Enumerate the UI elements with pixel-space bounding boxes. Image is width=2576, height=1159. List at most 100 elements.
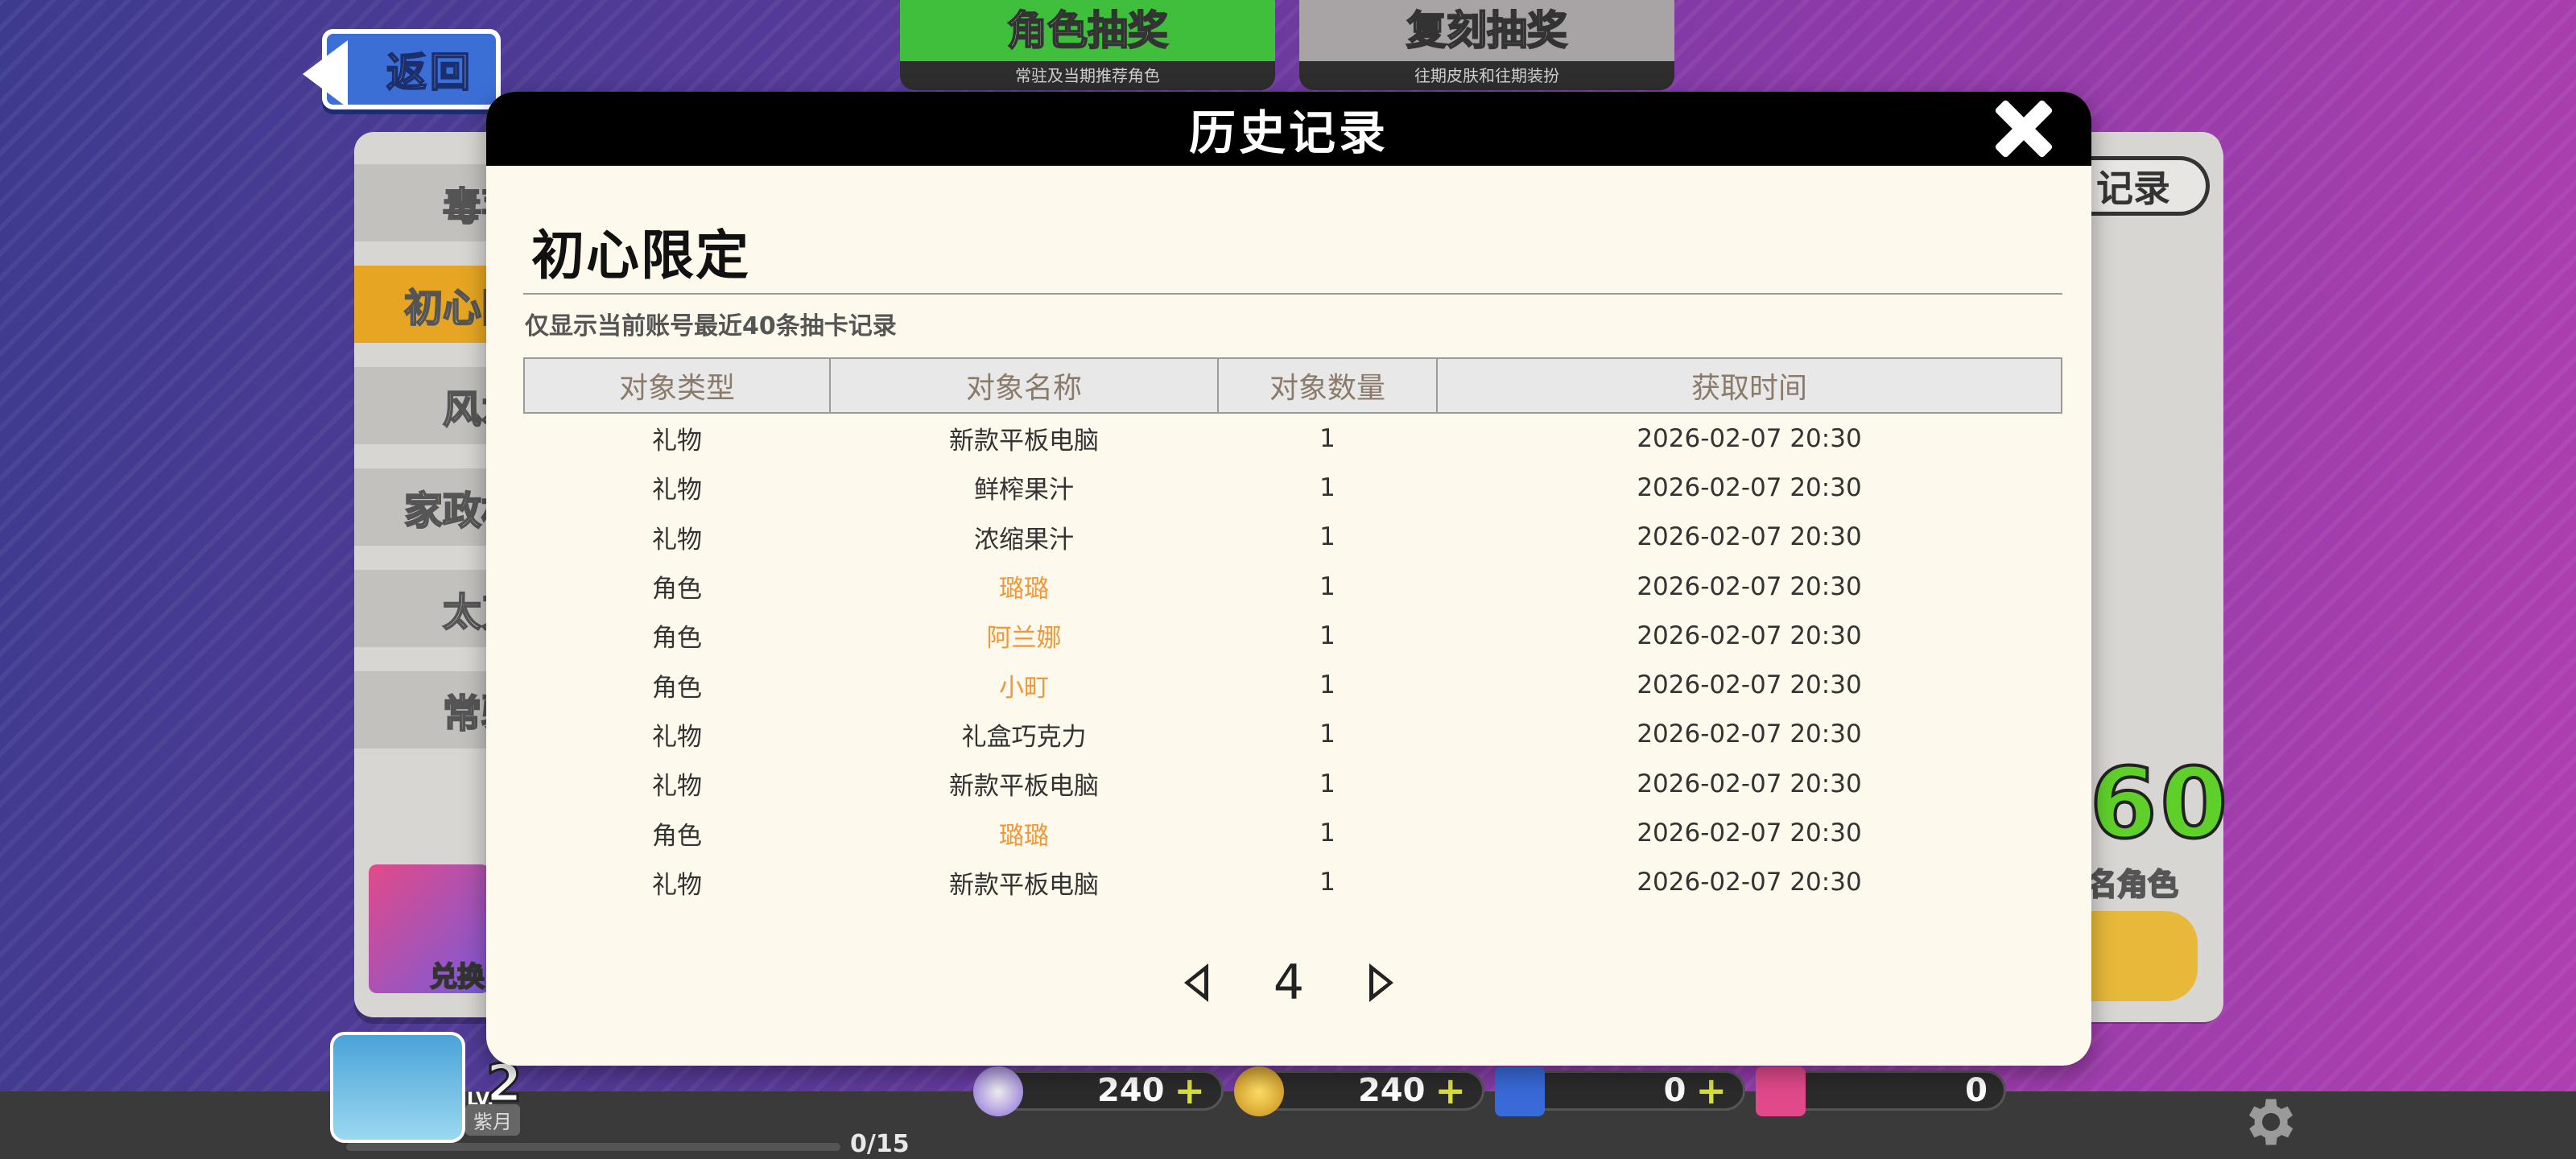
record-notice: 仅显示当前账号最近40条抽卡记录 bbox=[525, 312, 897, 340]
column-header-type: 对象类型 bbox=[523, 357, 831, 414]
cell-quantity: 1 bbox=[1319, 472, 1335, 502]
avatar[interactable] bbox=[330, 1032, 465, 1143]
pagination: 4 bbox=[486, 947, 2091, 1019]
cell-time: 2026-02-07 20:30 bbox=[1637, 522, 1862, 552]
close-icon[interactable] bbox=[1993, 98, 2054, 159]
cell-quantity: 1 bbox=[1319, 720, 1335, 749]
cell-name: 鲜榨果汁 bbox=[974, 476, 1074, 505]
currency-pink-ticket: 0 bbox=[1756, 1066, 2006, 1116]
table-row: 角色 璐璐 1 2026-02-07 20:30 bbox=[524, 562, 2062, 611]
back-arrow-icon bbox=[303, 40, 348, 108]
column-header-name: 对象名称 bbox=[829, 357, 1219, 414]
cell-name: 璐璐 bbox=[999, 575, 1049, 604]
add-currency-button[interactable]: + bbox=[1174, 1069, 1205, 1112]
chevron-left-icon[interactable] bbox=[1176, 959, 1216, 1007]
cell-type: 角色 bbox=[652, 624, 702, 654]
table-row: 礼物 礼盒巧克力 1 2026-02-07 20:30 bbox=[524, 710, 2062, 759]
cell-time: 2026-02-07 20:30 bbox=[1637, 868, 1862, 897]
tab-subtitle: 往期皮肤和往期装扮 bbox=[1299, 61, 1674, 90]
role-count: 60 bbox=[2088, 747, 2231, 862]
tab-title: 角色抽奖 bbox=[900, 0, 1275, 61]
currency-value: 0 bbox=[1663, 1072, 1686, 1109]
draw-button[interactable] bbox=[2077, 911, 2198, 1001]
cell-quantity: 1 bbox=[1319, 819, 1335, 848]
cell-type: 礼物 bbox=[652, 525, 702, 555]
cell-type: 礼物 bbox=[652, 476, 702, 505]
cell-quantity: 1 bbox=[1319, 868, 1335, 897]
cell-time: 2026-02-07 20:30 bbox=[1637, 472, 1862, 502]
tab-subtitle: 常驻及当期推荐角色 bbox=[900, 61, 1275, 90]
cell-type: 礼物 bbox=[652, 870, 702, 900]
add-currency-button[interactable]: + bbox=[1435, 1069, 1466, 1112]
cell-time: 2026-02-07 20:30 bbox=[1637, 819, 1862, 848]
cell-type: 角色 bbox=[652, 575, 702, 604]
xp-bar bbox=[346, 1143, 840, 1151]
pool-title: 初心限定 bbox=[531, 225, 750, 287]
gold-disc-icon bbox=[1234, 1066, 1284, 1116]
cell-type: 礼物 bbox=[652, 427, 702, 456]
back-button[interactable]: 返回 bbox=[303, 29, 501, 109]
cell-time: 2026-02-07 20:30 bbox=[1637, 423, 1862, 453]
tab-title: 复刻抽奖 bbox=[1299, 0, 1674, 61]
cell-quantity: 1 bbox=[1319, 670, 1335, 700]
currency-gold-disc: 240 + bbox=[1234, 1066, 1484, 1116]
table-row: 礼物 新款平板电脑 1 2026-02-07 20:30 bbox=[524, 858, 2062, 907]
cell-type: 角色 bbox=[652, 673, 702, 703]
column-header-time: 获取时间 bbox=[1436, 357, 2062, 414]
cell-name: 浓缩果汁 bbox=[974, 525, 1074, 555]
back-button-label: 返回 bbox=[386, 48, 473, 97]
cell-name: 新款平板电脑 bbox=[949, 772, 1099, 802]
table-row: 礼物 鲜榨果汁 1 2026-02-07 20:30 bbox=[524, 463, 2062, 512]
purple-disc-icon bbox=[973, 1066, 1023, 1116]
cell-quantity: 1 bbox=[1319, 621, 1335, 650]
modal-header: 历史记录 bbox=[486, 92, 2091, 166]
table-header-row: 对象类型 对象名称 对象数量 获取时间 bbox=[523, 357, 2062, 414]
table-row: 角色 璐璐 1 2026-02-07 20:30 bbox=[524, 808, 2062, 857]
cell-name: 阿兰娜 bbox=[986, 624, 1062, 654]
cell-time: 2026-02-07 20:30 bbox=[1637, 670, 1862, 700]
column-header-quantity: 对象数量 bbox=[1217, 357, 1438, 414]
table-row: 礼物 新款平板电脑 1 2026-02-07 20:30 bbox=[524, 759, 2062, 808]
currency-value: 240 bbox=[1357, 1072, 1426, 1109]
cell-type: 角色 bbox=[652, 821, 702, 851]
add-currency-button[interactable]: + bbox=[1695, 1069, 1727, 1112]
xp-text: 0/15 bbox=[850, 1130, 910, 1158]
cell-quantity: 1 bbox=[1319, 423, 1335, 453]
modal-title: 历史记录 bbox=[1188, 105, 1389, 160]
exchange-label: 兑换 bbox=[429, 960, 485, 994]
currency-purple-disc: 240 + bbox=[973, 1066, 1224, 1116]
currency-value: 0 bbox=[1965, 1072, 1988, 1109]
tab-role-draw[interactable]: 角色抽奖 常驻及当期推荐角色 bbox=[900, 0, 1275, 90]
cell-name: 小町 bbox=[999, 673, 1049, 703]
cell-name: 新款平板电脑 bbox=[949, 870, 1099, 900]
table-row: 礼物 新款平板电脑 1 2026-02-07 20:30 bbox=[524, 413, 2062, 463]
tab-reprint-draw[interactable]: 复刻抽奖 往期皮肤和往期装扮 bbox=[1299, 0, 1674, 90]
page-number: 4 bbox=[1273, 955, 1305, 1011]
blue-ticket-icon bbox=[1495, 1066, 1545, 1116]
history-modal: 历史记录 初心限定 仅显示当前账号最近40条抽卡记录 对象类型 对象名称 对象数… bbox=[486, 92, 2091, 1066]
table-row: 礼物 浓缩果汁 1 2026-02-07 20:30 bbox=[524, 513, 2062, 562]
cell-quantity: 1 bbox=[1319, 571, 1335, 601]
cell-time: 2026-02-07 20:30 bbox=[1637, 621, 1862, 650]
cell-type: 礼物 bbox=[652, 722, 702, 752]
cell-quantity: 1 bbox=[1319, 522, 1335, 552]
cell-time: 2026-02-07 20:30 bbox=[1637, 571, 1862, 601]
divider bbox=[523, 293, 2062, 295]
gear-icon[interactable] bbox=[2238, 1091, 2299, 1153]
currency-value: 240 bbox=[1096, 1072, 1165, 1109]
cell-time: 2026-02-07 20:30 bbox=[1637, 720, 1862, 749]
cell-type: 礼物 bbox=[652, 772, 702, 802]
pink-ticket-icon bbox=[1756, 1066, 1806, 1116]
cell-quantity: 1 bbox=[1319, 769, 1335, 798]
player-name: 紫月 bbox=[465, 1104, 520, 1136]
table-row: 角色 阿兰娜 1 2026-02-07 20:30 bbox=[524, 611, 2062, 660]
currency-blue-ticket: 0 + bbox=[1495, 1066, 1745, 1116]
cell-name: 礼盒巧克力 bbox=[961, 722, 1087, 752]
cell-name: 新款平板电脑 bbox=[949, 427, 1099, 456]
role-count-label: 名角色 bbox=[2086, 866, 2179, 903]
chevron-right-icon[interactable] bbox=[1361, 959, 1402, 1007]
cell-name: 璐璐 bbox=[999, 821, 1049, 851]
cell-time: 2026-02-07 20:30 bbox=[1637, 769, 1862, 798]
history-table: 对象类型 对象名称 对象数量 获取时间 礼物 新款平板电脑 1 2026-02-07 … bbox=[523, 357, 2062, 907]
table-row: 角色 小町 1 2026-02-07 20:30 bbox=[524, 660, 2062, 709]
